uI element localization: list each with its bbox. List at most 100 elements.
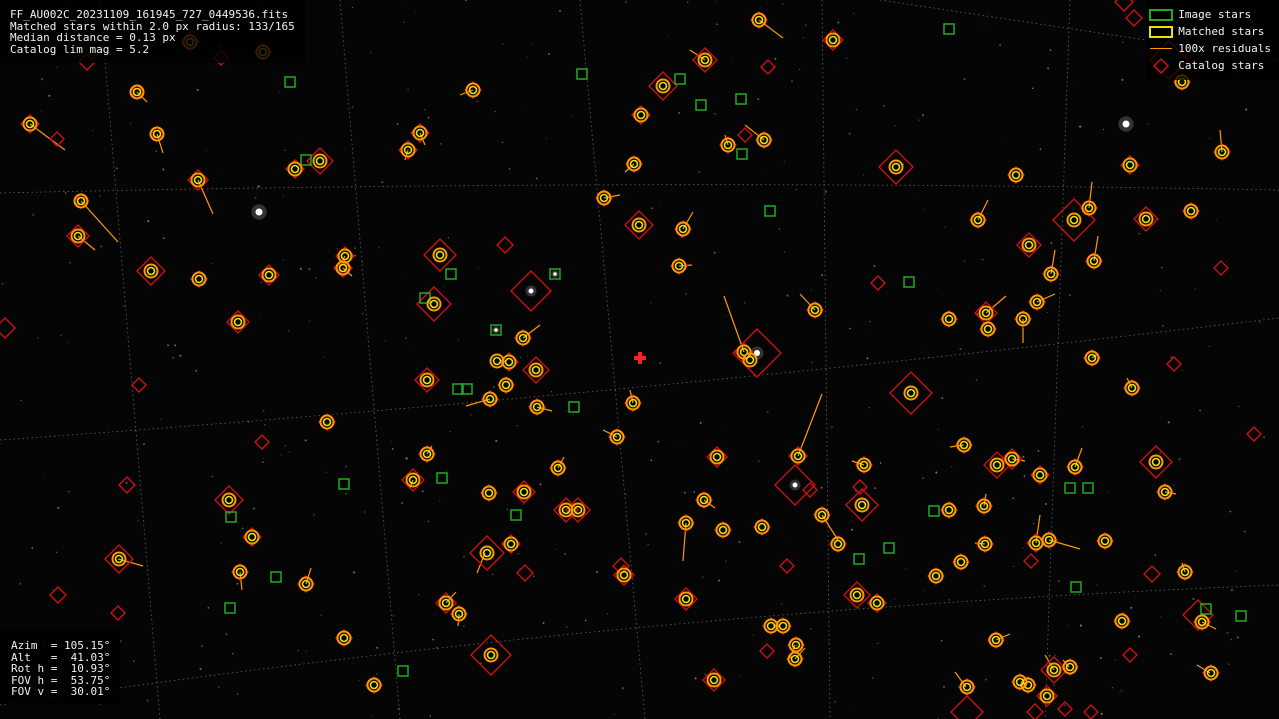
background-star bbox=[305, 650, 307, 652]
background-star bbox=[845, 57, 848, 59]
matched-star-ring bbox=[503, 536, 519, 552]
red-cross-icon bbox=[634, 352, 646, 364]
matched-star-ring bbox=[633, 107, 649, 123]
matched-star-marker bbox=[956, 557, 966, 567]
bright-star bbox=[528, 288, 534, 294]
catalog-star-marker bbox=[737, 127, 753, 143]
background-star bbox=[52, 589, 54, 591]
background-star bbox=[414, 12, 416, 14]
background-star bbox=[1154, 554, 1157, 557]
background-star bbox=[762, 167, 764, 169]
background-star bbox=[1096, 584, 1098, 586]
background-star bbox=[1147, 123, 1149, 125]
matched-star-marker bbox=[194, 274, 204, 284]
background-star bbox=[565, 410, 568, 412]
matched-star-ring bbox=[655, 78, 671, 94]
background-star bbox=[824, 190, 827, 193]
matched-star-ring bbox=[903, 385, 919, 401]
catalog-star-marker bbox=[118, 476, 136, 494]
background-star bbox=[312, 513, 315, 516]
legend-residuals: 100x residuals bbox=[1146, 40, 1271, 57]
image-star-marker bbox=[338, 478, 350, 490]
background-star bbox=[449, 430, 451, 432]
background-star bbox=[68, 490, 70, 493]
background-star bbox=[446, 470, 448, 472]
residual-line bbox=[1044, 654, 1055, 671]
matched-star-ring bbox=[419, 372, 435, 388]
background-star bbox=[1122, 41, 1124, 43]
matched-star-ring bbox=[1021, 237, 1037, 253]
background-star bbox=[624, 1, 627, 4]
background-star bbox=[465, 0, 467, 1]
background-star bbox=[519, 109, 521, 111]
image-star-marker bbox=[695, 99, 707, 111]
background-star bbox=[476, 100, 479, 103]
catalog-star-marker bbox=[469, 535, 505, 571]
background-star bbox=[1123, 612, 1125, 614]
background-star bbox=[1046, 311, 1048, 314]
residual-line bbox=[80, 200, 119, 243]
background-star bbox=[1177, 207, 1179, 209]
background-star bbox=[162, 168, 165, 171]
grid-line bbox=[0, 584, 1279, 706]
background-star bbox=[959, 348, 962, 351]
catalog-star-marker bbox=[522, 356, 550, 384]
background-star bbox=[402, 279, 404, 281]
legend-image-stars: Image stars bbox=[1146, 6, 1271, 23]
background-star bbox=[19, 582, 22, 585]
matched-star-ring bbox=[336, 630, 352, 646]
image-star-marker bbox=[903, 276, 915, 288]
background-star bbox=[320, 614, 322, 616]
background-star bbox=[351, 106, 354, 108]
background-star bbox=[546, 137, 548, 139]
background-star bbox=[1225, 260, 1227, 262]
matched-star-ring bbox=[1122, 157, 1138, 173]
matched-star-marker bbox=[962, 682, 972, 692]
background-star bbox=[1047, 67, 1050, 70]
catalog-star-marker bbox=[416, 286, 452, 322]
background-star bbox=[282, 195, 284, 197]
background-star bbox=[146, 699, 149, 702]
calibration-info: FF_AU002C_20231109_161945_727_0449536.fi… bbox=[0, 0, 305, 63]
background-star bbox=[137, 519, 140, 522]
background-star bbox=[659, 362, 662, 364]
matched-star-ring bbox=[319, 414, 335, 430]
background-star bbox=[396, 123, 399, 126]
matched-star-ring bbox=[678, 591, 694, 607]
background-star bbox=[614, 714, 616, 716]
rotation-readout: Rot h = 10.93° bbox=[11, 662, 111, 675]
background-star bbox=[555, 548, 557, 550]
background-star bbox=[783, 251, 786, 253]
red-diamond-icon bbox=[1153, 57, 1170, 74]
bright-star bbox=[255, 208, 263, 216]
background-star bbox=[439, 143, 442, 145]
catalog-star-marker bbox=[870, 275, 886, 291]
background-star bbox=[1031, 87, 1034, 90]
matched-star-marker bbox=[1042, 691, 1052, 701]
background-star bbox=[940, 639, 943, 642]
catalog-star-marker bbox=[1139, 445, 1173, 479]
matched-star-marker bbox=[315, 156, 325, 166]
background-star bbox=[716, 23, 718, 25]
background-star bbox=[362, 313, 364, 315]
background-star bbox=[1154, 218, 1156, 220]
background-star bbox=[264, 423, 266, 426]
background-star bbox=[179, 354, 182, 357]
background-star bbox=[1238, 405, 1240, 408]
image-star-marker bbox=[764, 205, 776, 217]
matched-star-marker bbox=[224, 495, 234, 505]
background-star bbox=[1209, 137, 1211, 139]
median-distance: Median distance = 0.13 px bbox=[10, 31, 176, 44]
background-star bbox=[1, 442, 3, 445]
background-star bbox=[1226, 631, 1229, 634]
background-star bbox=[894, 125, 896, 127]
background-star bbox=[1259, 321, 1261, 323]
background-star bbox=[354, 247, 356, 249]
background-star bbox=[370, 51, 372, 54]
matched-star-ring bbox=[1066, 212, 1082, 228]
background-star bbox=[508, 168, 511, 170]
background-star bbox=[811, 361, 814, 364]
matched-star-ring bbox=[287, 161, 303, 177]
background-star bbox=[345, 465, 347, 468]
matched-star-ring bbox=[709, 449, 725, 465]
